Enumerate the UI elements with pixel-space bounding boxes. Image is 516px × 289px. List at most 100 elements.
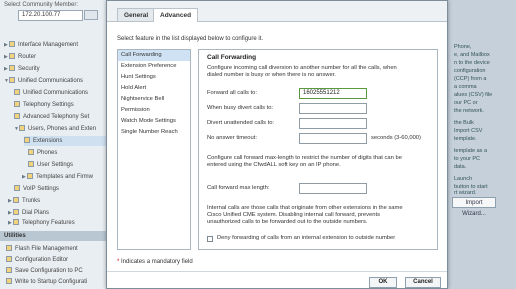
tab-advanced[interactable]: Advanced [153,8,199,22]
unattended-divert-input[interactable] [299,118,367,129]
help-line: configuration [454,68,486,74]
description-text: Configure incoming call diversion to ano… [207,65,397,71]
unattended-divert-label: Divert unattended calls to: [207,120,275,126]
import-wizard-button[interactable]: Import Wizard... [452,197,496,217]
help-line: data. [454,164,467,170]
nav-router[interactable]: ▶ Router [4,52,36,62]
nav-phones[interactable]: Phones [28,148,57,158]
description-text: dialed number is busy or when there is n… [207,72,336,78]
timeout-unit-label: seconds (3-60,000) [371,135,421,141]
help-line: template as a [454,148,488,154]
feature-call-forwarding[interactable]: Call Forwarding [118,50,190,61]
feature-hold-alert[interactable]: Hold Alert [118,83,190,94]
divider [107,271,447,272]
page-icon [28,149,34,156]
feature-watch-mode[interactable]: Watch Mode Settings [118,116,190,127]
call-forwarding-panel: Call Forwarding Configure incoming call … [198,49,438,250]
panel-title: Call Forwarding [207,54,257,61]
save-icon [6,267,12,274]
description-text: Configure call forward max-length to res… [207,155,402,161]
util-configuration-editor[interactable]: Configuration Editor [6,255,68,265]
help-line: Launch [454,176,473,182]
community-member-select[interactable]: 172.20.100.77 [18,10,83,21]
help-line: Import CSV [454,128,483,134]
folder-icon [13,197,19,204]
help-line: (CCP) from a [454,76,487,82]
page-icon [14,113,20,120]
folder-icon [19,125,25,132]
nav-extensions[interactable]: Extensions [24,136,108,146]
ok-button[interactable]: OK [369,277,397,288]
help-line: n to the device [454,60,490,66]
help-line: to your PC [454,156,480,162]
util-flash-file-management[interactable]: Flash File Management [6,244,78,254]
nav-telephony-features[interactable]: ▶ Telephony Features [8,218,75,228]
deny-forwarding-checkbox[interactable] [207,236,213,242]
description-text: entered using the CfwdALL soft key on an… [207,162,341,168]
folder-icon [27,173,33,180]
required-star: * [117,259,120,265]
feature-permission[interactable]: Permission [118,105,190,116]
nav-users-phones-extensions[interactable]: ▼ Users, Phones and Exten [14,124,96,134]
tab-general[interactable]: General [117,8,156,21]
help-line: a comma [454,84,477,90]
help-line: rt wizard. [454,190,477,196]
description-text: Internal calls are those calls that orig… [207,205,403,211]
forward-all-label: Forward all calls to: [207,90,257,96]
help-line: the network. [454,108,484,114]
deny-forwarding-label: Deny forwarding of calls from an interna… [217,235,396,241]
instruction-text: Select feature in the list displayed bel… [117,36,264,42]
description-text: unauthorized calls to be forwarded out t… [207,219,368,225]
help-line: Phone, [454,44,472,50]
busy-divert-label: When busy divert calls to: [207,105,274,111]
nav-telephony-settings[interactable]: Telephony Settings [14,100,74,110]
nav-advanced-telephony[interactable]: Advanced Telephony Set [14,112,89,122]
nav-dial-plans[interactable]: ▶ Dial Plans [8,208,49,218]
page-icon [14,185,20,192]
help-line: our PC or [454,100,478,106]
feature-extension-preference[interactable]: Extension Preference [118,61,190,72]
page-icon [14,101,20,108]
nav-security[interactable]: ▶ Security [4,64,40,74]
page-icon [14,89,20,96]
util-save-configuration[interactable]: Save Configuration to PC [6,266,83,276]
description-text: Cisco Unified CME system. Disabling inte… [207,212,381,218]
forward-all-input[interactable]: 16025551212 [299,88,367,99]
left-navigation: Select Community Member: 172.20.100.77 ▶… [0,0,109,289]
extension-dialog: General Advanced Select feature in the l… [106,0,448,289]
nav-unified-communications[interactable]: ▼ Unified Communications [4,76,83,86]
busy-divert-input[interactable] [299,103,367,114]
nav-user-settings[interactable]: User Settings [28,160,73,170]
help-line: template. [454,136,477,142]
page-icon [24,137,30,144]
no-answer-timeout-input[interactable] [299,133,367,144]
max-length-input[interactable] [299,183,367,194]
folder-icon [9,65,15,72]
utilities-header: Utilities [0,231,108,241]
folder-icon [13,209,19,216]
community-go-button[interactable] [84,10,98,20]
feature-single-number-reach[interactable]: Single Number Reach [118,127,190,138]
nav-interface-management[interactable]: ▶ Interface Management [4,40,78,50]
folder-icon [9,77,15,84]
help-line: the Bulk [454,120,474,126]
util-write-startup[interactable]: Write to Startup Configurati [6,277,87,287]
mandatory-text: Indicates a mandatory field [121,259,193,265]
cancel-button[interactable]: Cancel [405,277,441,288]
page-icon [28,161,34,168]
help-line: alues (CSV) file [454,92,493,98]
feature-nightservice-bell[interactable]: Nightservice Bell [118,94,190,105]
flash-icon [6,245,12,252]
folder-icon [9,41,15,48]
editor-icon [6,256,12,263]
feature-hunt-settings[interactable]: Hunt Settings [118,72,190,83]
tab-bar: General Advanced [107,1,447,22]
nav-trunks[interactable]: ▶ Trunks [8,196,40,206]
nav-voip-settings[interactable]: VoIP Settings [14,184,59,194]
nav-unified-communications-sub[interactable]: Unified Communications [14,88,88,98]
help-line: e, and Mailbox [454,52,490,58]
nav-templates-firmware[interactable]: ▶ Templates and Firmw [22,172,93,182]
feature-list: Call Forwarding Extension Preference Hun… [117,49,191,250]
no-answer-timeout-label: No answer timeout: [207,135,257,141]
community-label: Select Community Member: [4,2,79,8]
